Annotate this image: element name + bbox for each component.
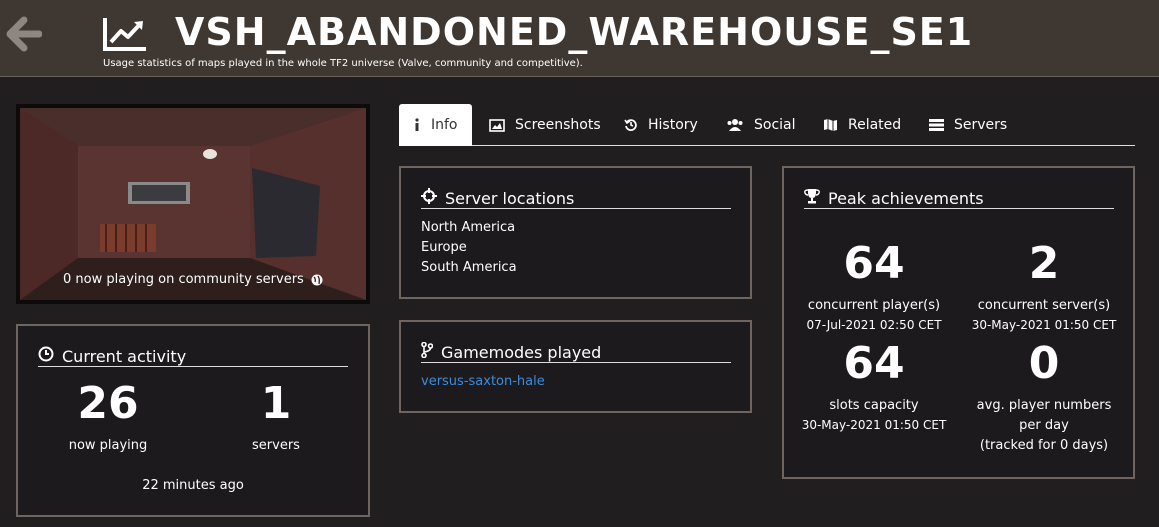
- tab-servers[interactable]: Servers: [929, 104, 1007, 146]
- gamemodes-panel: Gamemodes played versus-saxton-hale: [399, 320, 752, 413]
- tab-history[interactable]: History: [624, 104, 698, 146]
- divider: [421, 208, 731, 209]
- now-playing-count: 26: [77, 378, 139, 429]
- divider: [804, 208, 1114, 209]
- tab-screenshots-label: Screenshots: [515, 117, 601, 133]
- peak-achievements-title-text: Peak achievements: [828, 188, 984, 208]
- server-locations-title: Server locations: [421, 188, 574, 208]
- server-location-item: Europe: [421, 240, 467, 255]
- servers-label: servers: [252, 438, 300, 453]
- tab-servers-label: Servers: [954, 117, 1008, 133]
- peak-servers-date: 30-May-2021 01:50 CET: [971, 318, 1117, 332]
- divider: [38, 366, 348, 367]
- now-playing-caption: 0 now playing on community servers: [20, 272, 366, 287]
- history-icon: [624, 119, 637, 131]
- server-locations-title-text: Server locations: [445, 188, 575, 208]
- current-activity-title-text: Current activity: [62, 346, 187, 366]
- current-activity-panel: Current activity 26 now playing 1 server…: [16, 324, 370, 517]
- globe-icon: [311, 274, 323, 286]
- gamemodes-title: Gamemodes played: [421, 341, 602, 362]
- peak-achievements-title: Peak achievements: [804, 188, 984, 208]
- tab-bar: Info Screenshots History Social Related …: [399, 104, 1135, 146]
- avg-players-count: 0: [1028, 338, 1060, 389]
- tab-screenshots[interactable]: Screenshots: [489, 104, 601, 146]
- map-icon: [824, 119, 837, 131]
- avg-players-tracked: (tracked for 0 days): [979, 438, 1109, 453]
- current-activity-title: Current activity: [38, 346, 186, 366]
- crosshair-icon: [421, 188, 437, 208]
- updated-time: 22 minutes ago: [142, 478, 244, 493]
- now-playing-text: 0 now playing on community servers: [63, 272, 304, 287]
- users-icon: [727, 119, 743, 131]
- image-icon: [489, 118, 505, 132]
- gamemode-link[interactable]: versus-saxton-hale: [421, 372, 545, 392]
- map-screenshot: 0 now playing on community servers: [16, 104, 370, 304]
- servers-count: 1: [260, 378, 292, 429]
- info-icon: [415, 118, 419, 131]
- page-header: VSH_ABANDONED_WAREHOUSE_SE1 Usage statis…: [0, 0, 1159, 77]
- peak-players-count: 64: [843, 238, 905, 289]
- avg-players-label: avg. player numbers: [976, 398, 1112, 413]
- trophy-icon: [804, 188, 820, 208]
- line-chart-icon: [102, 16, 148, 52]
- tab-history-label: History: [648, 117, 698, 133]
- now-playing-label: now playing: [68, 438, 148, 453]
- slots-capacity-date: 30-May-2021 01:50 CET: [801, 418, 947, 432]
- gamemodes-title-text: Gamemodes played: [441, 342, 602, 362]
- tab-info[interactable]: Info: [399, 104, 472, 146]
- tab-info-label: Info: [431, 117, 458, 133]
- peak-players-date: 07-Jul-2021 02:50 CET: [806, 318, 942, 332]
- server-location-item: South America: [421, 260, 517, 275]
- divider: [421, 362, 731, 363]
- back-arrow-icon[interactable]: [6, 16, 43, 52]
- peak-players-label: concurrent player(s): [807, 298, 941, 313]
- peak-servers-count: 2: [1028, 238, 1060, 289]
- slots-capacity-label: slots capacity: [829, 398, 919, 413]
- tab-social-label: Social: [754, 117, 796, 133]
- avg-players-label-per-day: per day: [1019, 418, 1069, 433]
- page-title: VSH_ABANDONED_WAREHOUSE_SE1: [175, 10, 974, 54]
- page-subtitle: Usage statistics of maps played in the w…: [103, 58, 583, 69]
- tab-social[interactable]: Social: [726, 104, 796, 146]
- server-locations-panel: Server locations North America Europe So…: [399, 166, 752, 299]
- server-location-item: North America: [421, 220, 516, 235]
- server-icon: [929, 119, 944, 131]
- tab-related-label: Related: [848, 117, 902, 133]
- slots-capacity-count: 64: [843, 338, 905, 389]
- clock-icon: [38, 346, 54, 366]
- branch-icon: [421, 341, 434, 362]
- peak-achievements-panel: Peak achievements 64 concurrent player(s…: [782, 166, 1135, 479]
- peak-servers-label: concurrent server(s): [977, 298, 1111, 313]
- tab-related[interactable]: Related: [823, 104, 901, 146]
